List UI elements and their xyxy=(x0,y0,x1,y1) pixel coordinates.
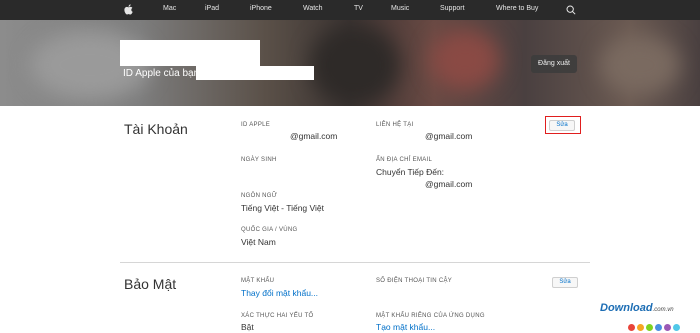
global-nav: Mac iPad iPhone Watch TV Music Support W… xyxy=(0,0,700,20)
birthday-label: NGÀY SINH xyxy=(241,157,277,163)
nav-ipad[interactable]: iPad xyxy=(205,5,219,12)
search-icon[interactable] xyxy=(566,5,576,15)
edit-highlight-box xyxy=(545,116,581,134)
trusted-phone-label: SỐ ĐIỆN THOẠI TIN CẬY xyxy=(376,278,453,284)
download-watermark: Download.com.vn xyxy=(600,302,674,314)
watermark-dot xyxy=(628,324,635,331)
sign-out-button[interactable]: Đăng xuất xyxy=(531,55,577,73)
nav-watch[interactable]: Watch xyxy=(303,5,323,12)
app-password-label: MẬT KHẨU RIÊNG CỦA ỨNG DỤNG xyxy=(376,313,485,319)
hero-title: ID Apple của bạn xyxy=(123,68,200,79)
security-edit-button[interactable]: Sửa xyxy=(552,277,578,288)
nav-tv[interactable]: TV xyxy=(354,5,363,12)
account-section-title: Tài Khoản xyxy=(124,121,188,137)
forward-email-value: @gmail.com xyxy=(425,179,473,189)
country-label: QUỐC GIA / VÙNG xyxy=(241,227,298,233)
apple-id-value: @gmail.com xyxy=(290,131,338,141)
watermark-dot xyxy=(646,324,653,331)
watermark-dot xyxy=(655,324,662,331)
nav-where-to-buy[interactable]: Where to Buy xyxy=(496,5,538,12)
watermark-dots xyxy=(628,318,698,331)
nav-support[interactable]: Support xyxy=(440,5,465,12)
country-value: Việt Nam xyxy=(241,237,276,247)
watermark-text: Download xyxy=(600,302,653,314)
apple-logo-icon[interactable] xyxy=(124,4,133,15)
nav-music[interactable]: Music xyxy=(391,5,409,12)
nav-mac[interactable]: Mac xyxy=(163,5,176,12)
nav-iphone[interactable]: iPhone xyxy=(250,5,272,12)
contact-value: @gmail.com xyxy=(425,131,473,141)
create-app-password-link[interactable]: Tạo mật khẩu... xyxy=(376,322,435,332)
watermark-dot xyxy=(673,324,680,331)
apple-id-label: ID APPLE xyxy=(241,122,271,128)
watermark-dot xyxy=(664,324,671,331)
redacted-name xyxy=(120,40,260,66)
two-factor-label: XÁC THỰC HAI YẾU TỐ xyxy=(241,313,314,319)
language-label: NGÔN NGỮ xyxy=(241,193,278,199)
hero-blur xyxy=(430,30,500,90)
hide-email-label: ẨN ĐỊA CHỈ EMAIL xyxy=(376,157,433,163)
change-password-link[interactable]: Thay đổi mật khẩu... xyxy=(241,288,318,298)
watermark-suffix: .com.vn xyxy=(652,307,674,313)
hero-blur xyxy=(310,25,400,105)
section-divider xyxy=(120,262,590,263)
contact-label: LIÊN HỆ TẠI xyxy=(376,122,414,128)
language-value: Tiếng Việt - Tiếng Việt xyxy=(241,203,325,213)
watermark-dot xyxy=(637,324,644,331)
redacted-email xyxy=(196,66,314,80)
password-label: MẬT KHẨU xyxy=(241,278,275,284)
two-factor-value: Bật xyxy=(241,322,254,332)
hero-blur xyxy=(600,35,680,95)
security-section-title: Bảo Mật xyxy=(124,276,177,292)
hero-banner: ID Apple của bạn Đăng xuất xyxy=(0,20,700,106)
forward-to-text: Chuyển Tiếp Đến: xyxy=(376,167,445,177)
